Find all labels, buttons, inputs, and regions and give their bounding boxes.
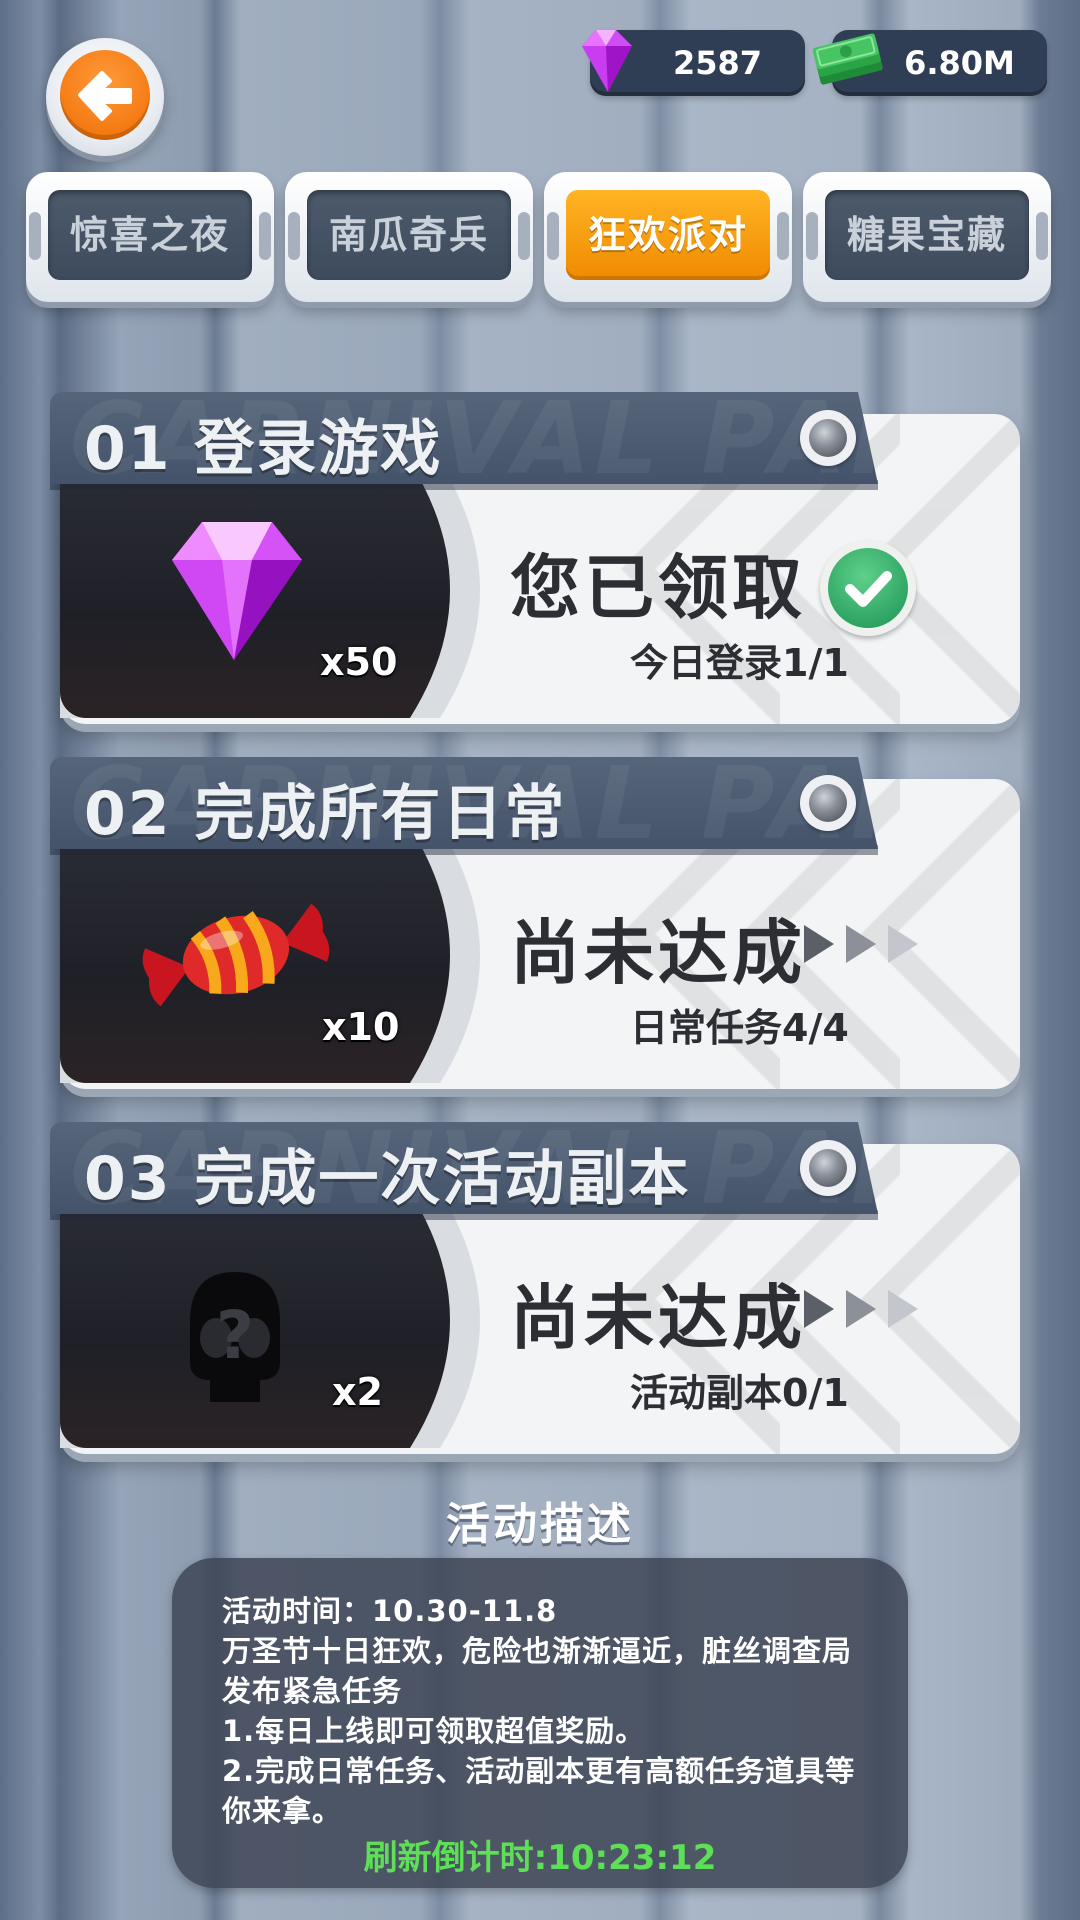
tab-label: 狂欢派对 bbox=[566, 190, 770, 280]
tab-label: 惊喜之夜 bbox=[48, 190, 252, 280]
tab-label: 南瓜奇兵 bbox=[307, 190, 511, 280]
quest-title: 03 完成一次活动副本 bbox=[84, 1144, 691, 1214]
quest-progress: 活动副本0/1 bbox=[630, 1371, 849, 1415]
quest-header: CARNIVAL PARTY 03 完成一次活动副本 bbox=[50, 1122, 878, 1214]
svg-text:?: ? bbox=[216, 1297, 254, 1374]
gem-count: 2587 bbox=[672, 44, 763, 82]
cash-currency-icon bbox=[812, 33, 883, 85]
quest-card-event-dungeon: CARNIVAL PARTY 03 完成一次活动副本 ? x2 尚未达成 活动副… bbox=[50, 1122, 1020, 1462]
quest-status: 尚未达成 bbox=[510, 912, 806, 994]
quest-status: 尚未达成 bbox=[510, 1277, 806, 1359]
quest-title: 01 登录游戏 bbox=[84, 414, 443, 484]
tab-surprise-night[interactable]: 惊喜之夜 bbox=[26, 172, 274, 302]
quest-card-dailies: CARNIVAL PARTY 02 完成所有日常 x10 尚未达成 日常任务4/… bbox=[50, 757, 1020, 1097]
go-arrows-icon[interactable] bbox=[800, 1282, 930, 1336]
reward-quantity: x50 bbox=[320, 640, 398, 684]
tab-pumpkin-soldiers[interactable]: 南瓜奇兵 bbox=[285, 172, 533, 302]
cash-count: 6.80M bbox=[904, 44, 1015, 82]
description-line: 你来拿。 bbox=[222, 1794, 343, 1828]
tab-carnival-party[interactable]: 狂欢派对 bbox=[544, 172, 792, 302]
quest-title: 02 完成所有日常 bbox=[84, 779, 567, 849]
go-arrows-icon[interactable] bbox=[800, 917, 930, 971]
quest-header: CARNIVAL PARTY 01 登录游戏 bbox=[50, 392, 878, 484]
arrow-left-icon bbox=[78, 71, 132, 121]
reward-quantity: x10 bbox=[322, 1005, 400, 1049]
quest-card-login: CARNIVAL PARTY 01 登录游戏 x50 您已领取 今日登录1/1 bbox=[50, 392, 1020, 732]
reward-quantity: x2 bbox=[332, 1370, 383, 1414]
status-dot-icon bbox=[800, 410, 856, 466]
description-line: 活动时间：10.30-11.8 bbox=[222, 1594, 558, 1628]
quest-header: CARNIVAL PARTY 02 完成所有日常 bbox=[50, 757, 878, 849]
description-panel: 活动时间：10.30-11.8 万圣节十日狂欢，危险也渐渐逼近，脏丝调查局 发布… bbox=[172, 1558, 908, 1888]
claimed-check-icon bbox=[820, 540, 916, 636]
refresh-countdown: 刷新倒计时:10:23:12 bbox=[363, 1838, 717, 1878]
mystery-character-icon: ? bbox=[190, 1272, 280, 1402]
description-title: 活动描述 bbox=[446, 1499, 634, 1550]
quest-progress: 今日登录1/1 bbox=[630, 641, 849, 685]
gem-currency-icon bbox=[582, 30, 632, 92]
tab-candy-treasure[interactable]: 糖果宝藏 bbox=[803, 172, 1051, 302]
description-line: 发布紧急任务 bbox=[222, 1674, 403, 1708]
description-line: 万圣节十日狂欢，危险也渐渐逼近，脏丝调查局 bbox=[222, 1634, 853, 1668]
quest-status: 您已领取 bbox=[510, 547, 806, 629]
status-dot-icon bbox=[800, 1140, 856, 1196]
back-button[interactable] bbox=[46, 38, 164, 156]
gem-icon bbox=[172, 522, 302, 660]
candy-icon bbox=[142, 903, 330, 1007]
status-dot-icon bbox=[800, 775, 856, 831]
tab-label: 糖果宝藏 bbox=[825, 190, 1029, 280]
description-line: 1.每日上线即可领取超值奖励。 bbox=[222, 1714, 646, 1748]
description-line: 2.完成日常任务、活动副本更有高额任务道具等 bbox=[222, 1754, 856, 1788]
quest-progress: 日常任务4/4 bbox=[630, 1006, 849, 1050]
